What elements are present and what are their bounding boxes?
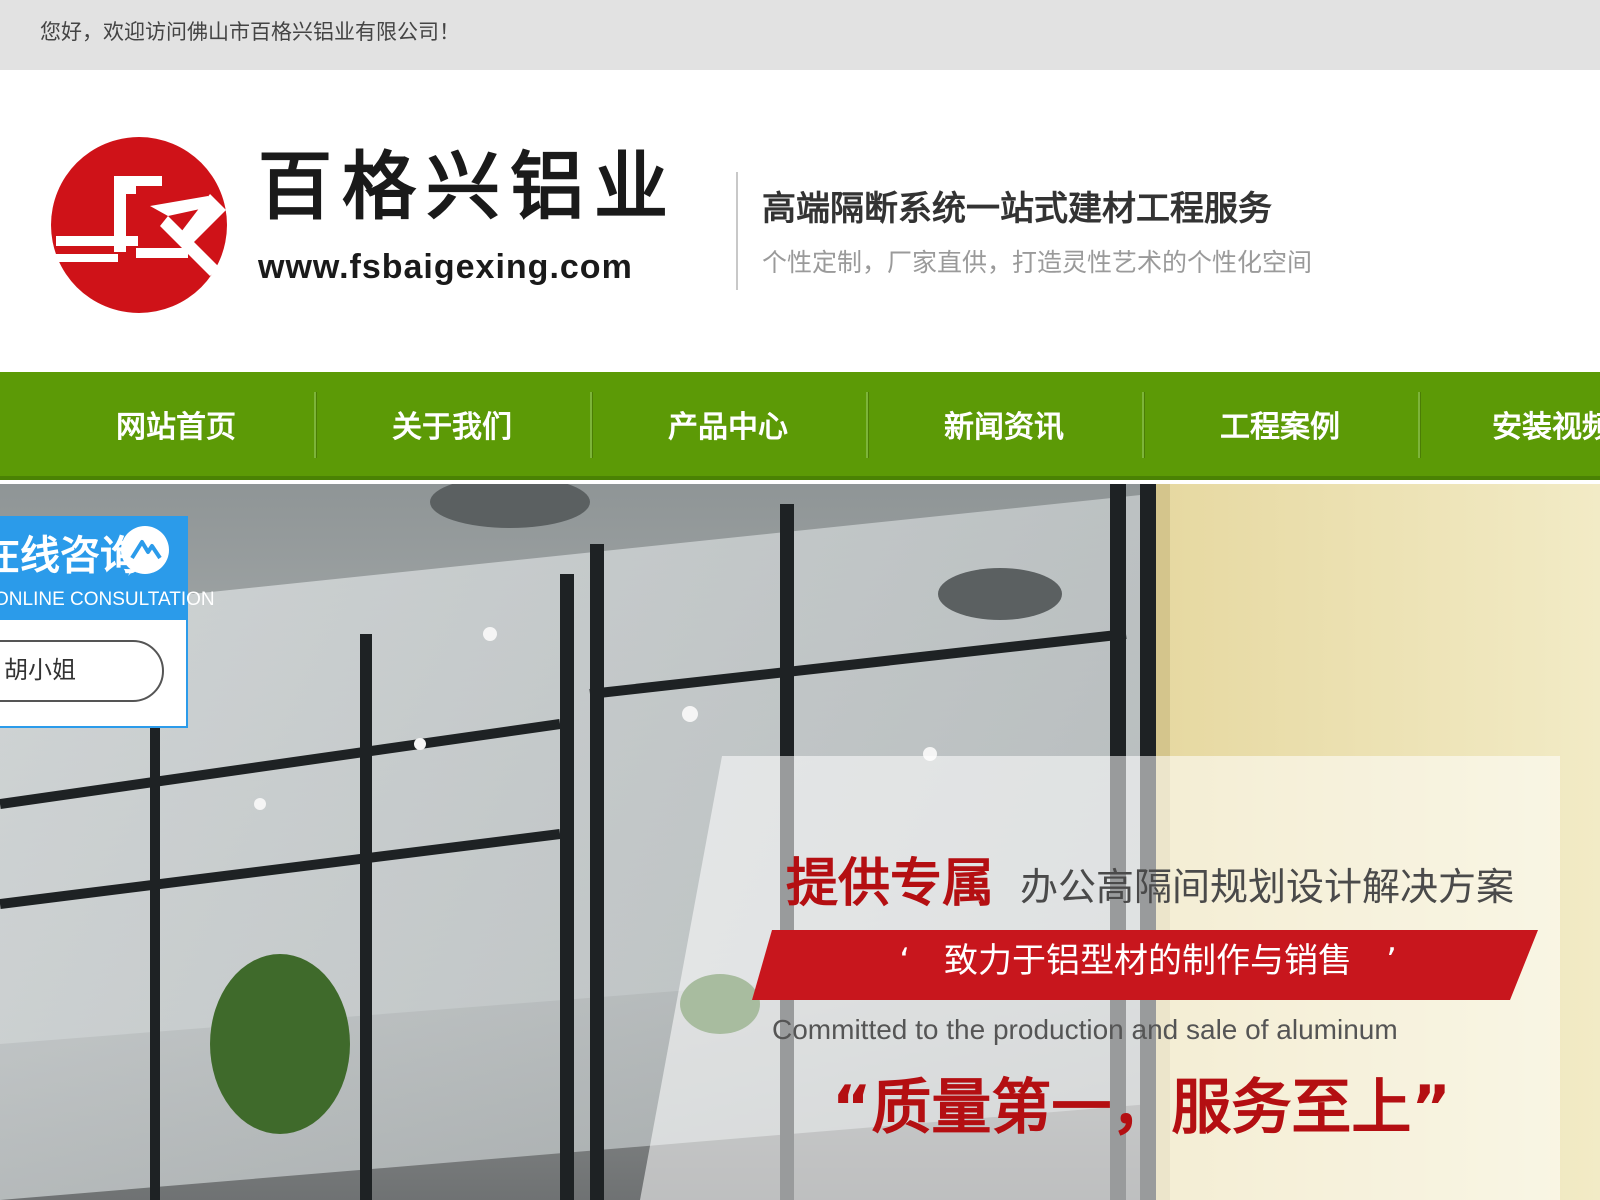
nav-item-videos[interactable]: 安装视频 <box>1418 372 1600 476</box>
consultation-subtitle: ONLINE CONSULTATION <box>0 589 215 610</box>
consultation-agent-button[interactable]: 胡小姐 <box>0 640 164 702</box>
consultation-header: 在线咨询 ONLINE CONSULTATION <box>0 518 215 620</box>
nav-item-home[interactable]: 网站首页 <box>38 372 314 476</box>
banner-quote: “质量第一，服务至上” <box>832 1073 1451 1143</box>
slogan-sub: 个性定制，厂家直供，打造灵性艺术的个性化空间 <box>762 248 1313 277</box>
banner-ribbon-text: ‘ 致力于铝型材的制作与销售 ’ <box>899 941 1397 981</box>
brand-name: 百格兴铝业 <box>258 144 678 230</box>
company-logo-icon[interactable] <box>50 136 228 314</box>
chat-bubble-icon <box>121 526 169 576</box>
header-divider <box>736 172 738 290</box>
banner-headline-sub: 办公高隔间规划设计解决方案 <box>1020 865 1515 909</box>
slogan-main: 高端隔断系统一站式建材工程服务 <box>762 189 1272 229</box>
nav-item-cases[interactable]: 工程案例 <box>1142 372 1418 476</box>
nav-item-about[interactable]: 关于我们 <box>314 372 590 476</box>
banner-english-text: Committed to the production and sale of … <box>772 1014 1398 1045</box>
nav-item-products[interactable]: 产品中心 <box>590 372 866 476</box>
welcome-text: 您好，欢迎访问佛山市百格兴铝业有限公司！ <box>40 20 460 44</box>
nav-item-news[interactable]: 新闻资讯 <box>866 372 1142 476</box>
consultation-agent-name: 胡小姐 <box>4 656 76 684</box>
online-consultation-widget: 在线咨询 ONLINE CONSULTATION 胡小姐 <box>0 516 215 728</box>
banner-headline: 提供专属 <box>786 854 995 914</box>
top-welcome-bar: 您好，欢迎访问佛山市百格兴铝业有限公司！ <box>0 0 1600 70</box>
brand-url: www.fsbaigexing.com <box>258 248 633 286</box>
main-nav: 网站首页 关于我们 产品中心 新闻资讯 工程案例 安装视频 <box>0 372 1600 480</box>
